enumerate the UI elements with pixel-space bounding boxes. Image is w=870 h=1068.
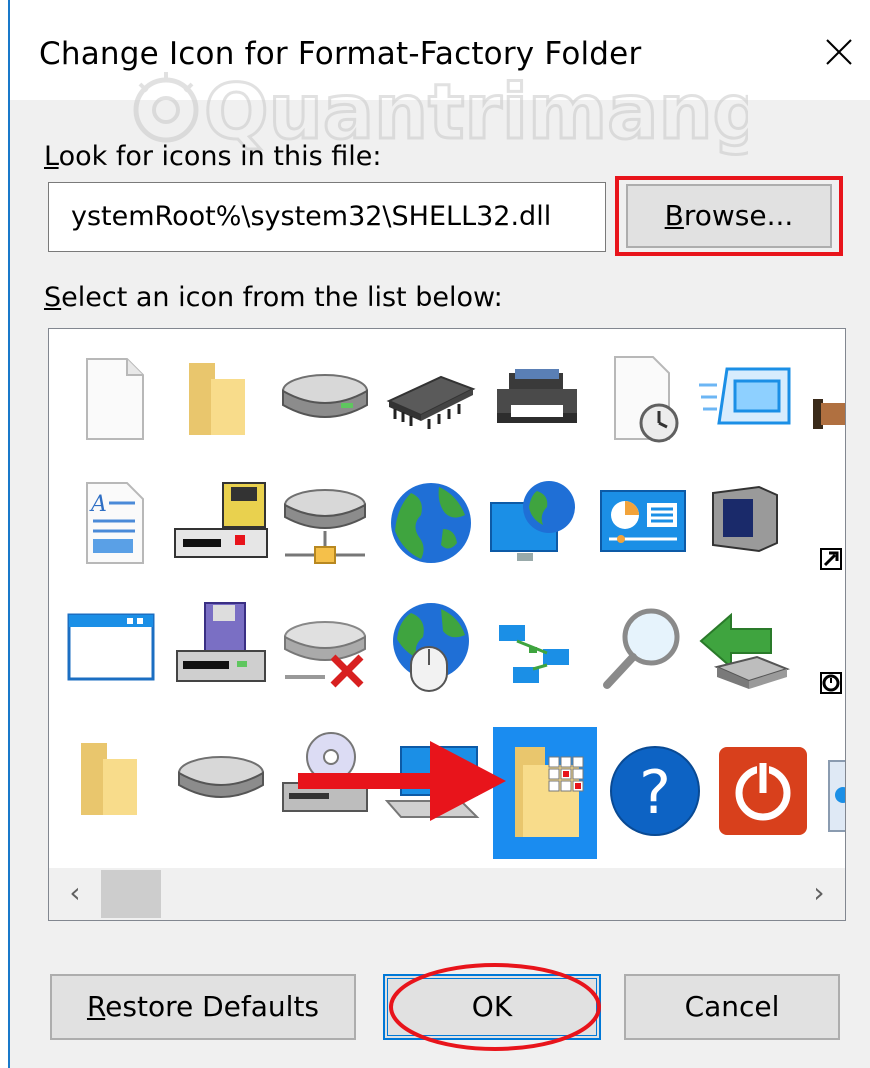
icon-list[interactable]: A ? ‹ › (48, 328, 846, 921)
cd-drive-icon[interactable] (171, 727, 271, 827)
network-icon[interactable] (487, 597, 587, 697)
svg-text:A: A (89, 492, 107, 517)
ok-focus-ring (387, 978, 597, 1036)
globe-icon[interactable] (381, 473, 481, 573)
file-path-input[interactable]: ystemRoot%\system32\SHELL32.dll (48, 182, 606, 252)
restore-defaults-button[interactable]: Restore Defaults (50, 974, 356, 1040)
browse-button[interactable]: Browse... (626, 184, 832, 248)
horizontal-scrollbar[interactable]: ‹ › (49, 868, 845, 920)
disconnected-drive-icon[interactable] (275, 597, 375, 697)
monitor-moon-icon[interactable] (697, 473, 797, 573)
close-icon[interactable] (815, 28, 863, 76)
memory-chip-icon[interactable] (381, 349, 481, 449)
scroll-thumb[interactable] (101, 870, 161, 918)
dvd-drive-icon[interactable] (275, 727, 375, 827)
globe-mouse-icon[interactable] (381, 597, 481, 697)
floppy-drive-icon[interactable] (171, 473, 271, 573)
magnifier-icon[interactable] (593, 597, 693, 697)
format-factory-folder-icon[interactable] (493, 727, 597, 859)
partial-clock-icon[interactable] (801, 597, 845, 697)
text-document-icon[interactable]: A (65, 473, 165, 573)
power-icon[interactable] (713, 741, 813, 841)
shortcut-arrow-icon[interactable] (801, 473, 845, 573)
folder-icon[interactable] (65, 727, 165, 827)
scroll-right-icon[interactable]: › (793, 868, 845, 920)
scroll-left-icon[interactable]: ‹ (49, 868, 101, 920)
document-clock-icon[interactable] (593, 349, 693, 449)
hard-drive-icon[interactable] (275, 349, 375, 449)
printer-icon[interactable] (487, 349, 587, 449)
dialog-title: Change Icon for Format-Factory Folder (39, 36, 642, 72)
blank-document-icon[interactable] (65, 349, 165, 449)
help-icon[interactable]: ? (605, 741, 705, 841)
partial-icon[interactable] (801, 349, 845, 449)
recycle-icon[interactable] (823, 741, 845, 841)
floppy-disk-drive-icon[interactable] (171, 597, 271, 697)
folder-icon[interactable] (171, 349, 271, 449)
title-bar: Change Icon for Format-Factory Folder (10, 0, 870, 100)
network-drive-icon[interactable] (275, 473, 375, 573)
look-for-label: Look for icons in this file: (44, 141, 382, 172)
network-computer-icon[interactable] (487, 473, 587, 573)
select-icon-label: Select an icon from the list below: (44, 282, 503, 313)
ok-button[interactable]: OK (383, 974, 601, 1040)
change-icon-dialog: Change Icon for Format-Factory Folder Qu… (8, 0, 870, 1068)
application-window-icon[interactable] (65, 597, 165, 697)
control-panel-icon[interactable] (593, 473, 693, 573)
svg-text:?: ? (639, 758, 671, 828)
cancel-button[interactable]: Cancel (624, 974, 840, 1040)
computer-icon[interactable] (381, 727, 481, 827)
usb-arrow-icon[interactable] (697, 597, 797, 697)
window-stack-icon[interactable] (697, 349, 797, 449)
